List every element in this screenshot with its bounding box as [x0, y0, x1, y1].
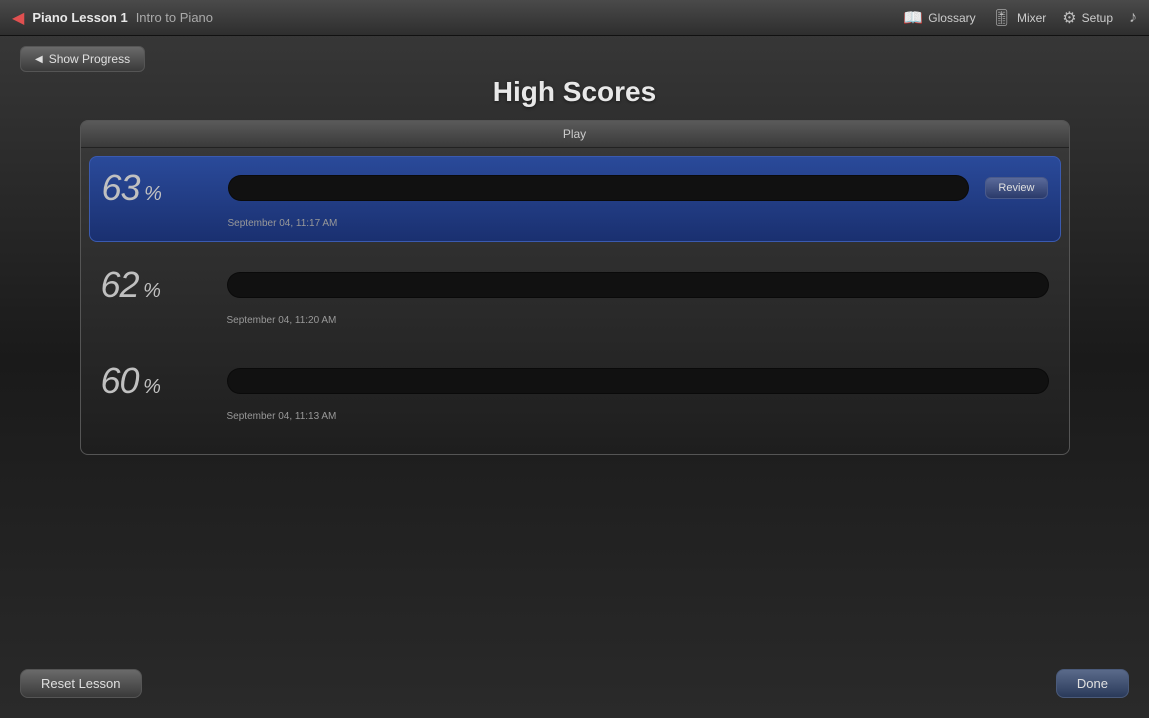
setup-nav[interactable]: ⚙ Setup	[1062, 8, 1113, 28]
setup-label: Setup	[1082, 11, 1113, 25]
setup-icon: ⚙	[1062, 8, 1076, 28]
scores-panel: Play 63 % Review September 04, 11:17 AM …	[80, 120, 1070, 455]
show-progress-button[interactable]: Show Progress	[20, 46, 145, 72]
progress-bar	[227, 272, 1049, 298]
score-row-bottom: September 04, 11:20 AM	[101, 310, 1049, 328]
score-date: September 04, 11:13 AM	[227, 411, 337, 422]
top-bar-right: 📖 Glossary 🎚 Mixer ⚙ Setup ♪	[903, 8, 1137, 28]
score-row-top: 63 % Review	[102, 167, 1048, 209]
music-icon: ♪	[1129, 9, 1137, 27]
glossary-icon: 📖	[903, 8, 923, 28]
review-button[interactable]: Review	[985, 177, 1047, 199]
score-row-bottom: September 04, 11:17 AM	[102, 213, 1048, 231]
lesson-subtitle: Intro to Piano	[136, 10, 213, 25]
scores-tab-bar: Play	[81, 121, 1069, 148]
score-row-3: 60 % September 04, 11:13 AM	[89, 350, 1061, 434]
progress-bar	[227, 368, 1049, 394]
score-percent: 63 %	[102, 167, 212, 209]
score-row-top: 60 %	[101, 360, 1049, 402]
score-row-bottom: September 04, 11:13 AM	[101, 406, 1049, 424]
main-content: Show Progress High Scores Play 63 % Revi…	[0, 36, 1149, 465]
music-nav[interactable]: ♪	[1129, 9, 1137, 27]
bottom-bar: Reset Lesson Done	[20, 669, 1129, 698]
score-date: September 04, 11:17 AM	[228, 218, 338, 229]
glossary-label: Glossary	[928, 11, 975, 25]
score-row-1: 63 % Review September 04, 11:17 AM	[89, 156, 1061, 242]
page-title: High Scores	[20, 76, 1129, 108]
score-percent: 62 %	[101, 264, 211, 306]
progress-bar	[228, 175, 970, 201]
mixer-icon: 🎚	[992, 8, 1012, 28]
score-row-2: 62 % September 04, 11:20 AM	[89, 254, 1061, 338]
score-date: September 04, 11:20 AM	[227, 315, 337, 326]
scores-body: 63 % Review September 04, 11:17 AM 62 %	[81, 148, 1069, 454]
mixer-label: Mixer	[1017, 11, 1046, 25]
back-button[interactable]: ◀	[12, 8, 24, 28]
lesson-title: Piano Lesson 1	[32, 10, 127, 25]
done-button[interactable]: Done	[1056, 669, 1129, 698]
top-bar-left: ◀ Piano Lesson 1 Intro to Piano	[12, 8, 213, 28]
top-bar: ◀ Piano Lesson 1 Intro to Piano 📖 Glossa…	[0, 0, 1149, 36]
play-tab[interactable]: Play	[563, 127, 586, 141]
score-percent: 60 %	[101, 360, 211, 402]
reset-lesson-button[interactable]: Reset Lesson	[20, 669, 142, 698]
score-row-top: 62 %	[101, 264, 1049, 306]
glossary-nav[interactable]: 📖 Glossary	[903, 8, 975, 28]
mixer-nav[interactable]: 🎚 Mixer	[992, 8, 1047, 28]
